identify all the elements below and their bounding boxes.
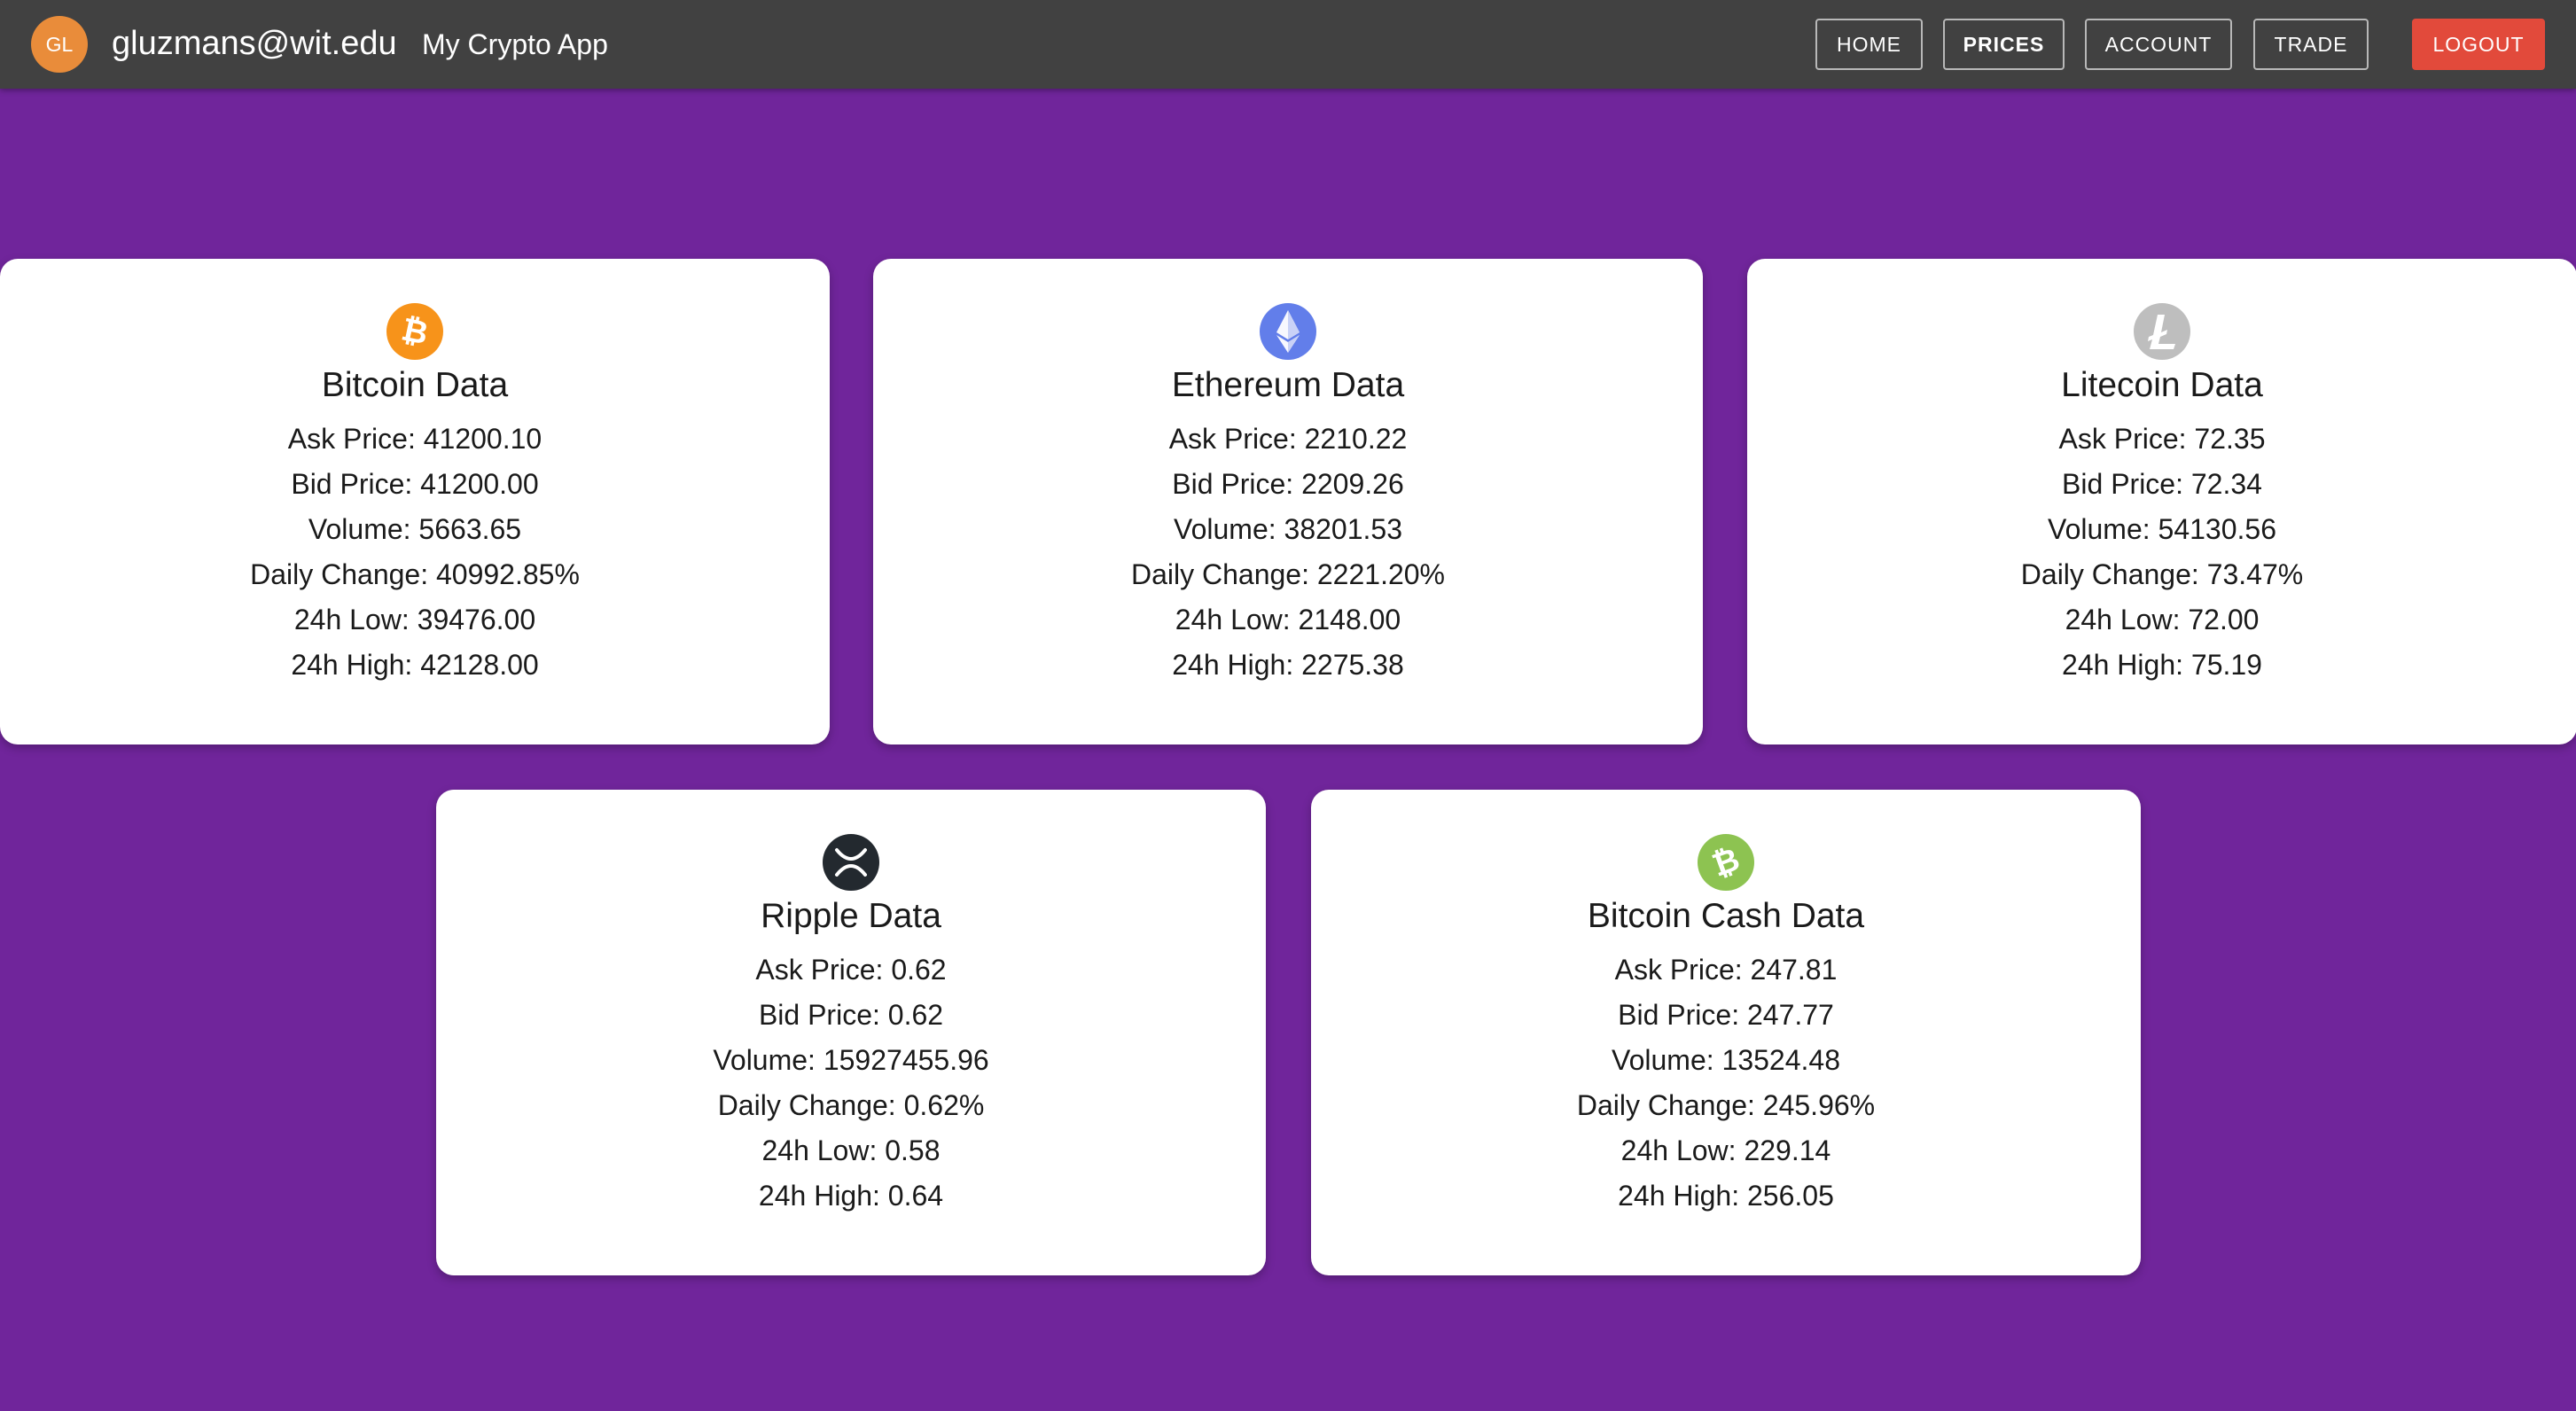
- ripple-card: Ripple Data Ask Price: 0.62 Bid Price: 0…: [436, 790, 1266, 1275]
- daily-change: Daily Change: 40992.85%: [250, 558, 580, 590]
- bid-price: Bid Price: 72.34: [2062, 468, 2262, 500]
- 24h-high: 24h High: 256.05: [1618, 1180, 1834, 1212]
- 24h-low: 24h Low: 2148.00: [1175, 604, 1401, 635]
- volume: Volume: 38201.53: [1174, 513, 1402, 545]
- daily-change: Daily Change: 73.47%: [2020, 558, 2304, 590]
- prices-button[interactable]: PRICES: [1943, 19, 2065, 70]
- home-button[interactable]: HOME: [1815, 19, 1923, 70]
- 24h-low: 24h Low: 229.14: [1620, 1134, 1831, 1166]
- avatar[interactable]: GL: [31, 16, 88, 73]
- ask-price: Ask Price: 0.62: [755, 954, 947, 986]
- 24h-high: 24h High: 75.19: [2062, 649, 2262, 681]
- volume: Volume: 15927455.96: [713, 1044, 989, 1076]
- logout-button[interactable]: LOGOUT: [2412, 19, 2545, 70]
- ethereum-icon: [1260, 303, 1316, 360]
- daily-change: Daily Change: 0.62%: [717, 1089, 985, 1121]
- bitcoin-cash-card: ₿ Bitcoin Cash Data Ask Price: 247.81 Bi…: [1311, 790, 2141, 1275]
- bitcoin-icon: ₿: [386, 303, 443, 360]
- 24h-low: 24h Low: 72.00: [2065, 604, 2260, 635]
- card-stats: Ask Price: 2210.22 Bid Price: 2209.26 Vo…: [873, 417, 1703, 688]
- card-stats: Ask Price: 0.62 Bid Price: 0.62 Volume: …: [436, 947, 1266, 1219]
- ask-price: Ask Price: 41200.10: [287, 423, 543, 455]
- litecoin-icon: [2134, 303, 2190, 360]
- 24h-high: 24h High: 42128.00: [291, 649, 539, 681]
- ask-price: Ask Price: 72.35: [2058, 423, 2266, 455]
- card-title: Bitcoin Cash Data: [1587, 897, 1865, 935]
- 24h-high: 24h High: 0.64: [758, 1180, 944, 1212]
- bid-price: Bid Price: 2209.26: [1172, 468, 1404, 500]
- daily-change: Daily Change: 245.96%: [1576, 1089, 1876, 1121]
- card-title: Litecoin Data: [2061, 366, 2263, 404]
- app-title: My Crypto App: [422, 28, 608, 60]
- card-stats: Ask Price: 247.81 Bid Price: 247.77 Volu…: [1311, 947, 2141, 1219]
- user-email: gluzmans@wit.edu: [112, 25, 397, 62]
- top-app-bar: GL gluzmans@wit.edu My Crypto App HOME P…: [0, 0, 2576, 89]
- 24h-low: 24h Low: 39476.00: [293, 604, 536, 635]
- ask-price: Ask Price: 2210.22: [1168, 423, 1408, 455]
- ask-price: Ask Price: 247.81: [1614, 954, 1838, 986]
- card-title: Ethereum Data: [1171, 366, 1405, 404]
- account-button[interactable]: ACCOUNT: [2085, 19, 2232, 70]
- volume: Volume: 5663.65: [308, 513, 522, 545]
- litecoin-card: Litecoin Data Ask Price: 72.35 Bid Price…: [1747, 259, 2576, 744]
- bid-price: Bid Price: 0.62: [758, 999, 944, 1031]
- 24h-high: 24h High: 2275.38: [1172, 649, 1404, 681]
- ethereum-card: Ethereum Data Ask Price: 2210.22 Bid Pri…: [873, 259, 1703, 744]
- card-stats: Ask Price: 41200.10 Bid Price: 41200.00 …: [0, 417, 830, 688]
- bid-price: Bid Price: 247.77: [1618, 999, 1834, 1031]
- volume: Volume: 13524.48: [1612, 1044, 1840, 1076]
- bitcoin-cash-icon: ₿: [1698, 834, 1754, 891]
- card-title: Ripple Data: [761, 897, 941, 935]
- daily-change: Daily Change: 2221.20%: [1130, 558, 1445, 590]
- card-title: Bitcoin Data: [321, 366, 509, 404]
- ripple-icon: [823, 834, 879, 891]
- volume: Volume: 54130.56: [2048, 513, 2276, 545]
- bid-price: Bid Price: 41200.00: [291, 468, 539, 500]
- trade-button[interactable]: TRADE: [2253, 19, 2369, 70]
- bitcoin-card: ₿ Bitcoin Data Ask Price: 41200.10 Bid P…: [0, 259, 830, 744]
- card-stats: Ask Price: 72.35 Bid Price: 72.34 Volume…: [1747, 417, 2576, 688]
- 24h-low: 24h Low: 0.58: [761, 1134, 941, 1166]
